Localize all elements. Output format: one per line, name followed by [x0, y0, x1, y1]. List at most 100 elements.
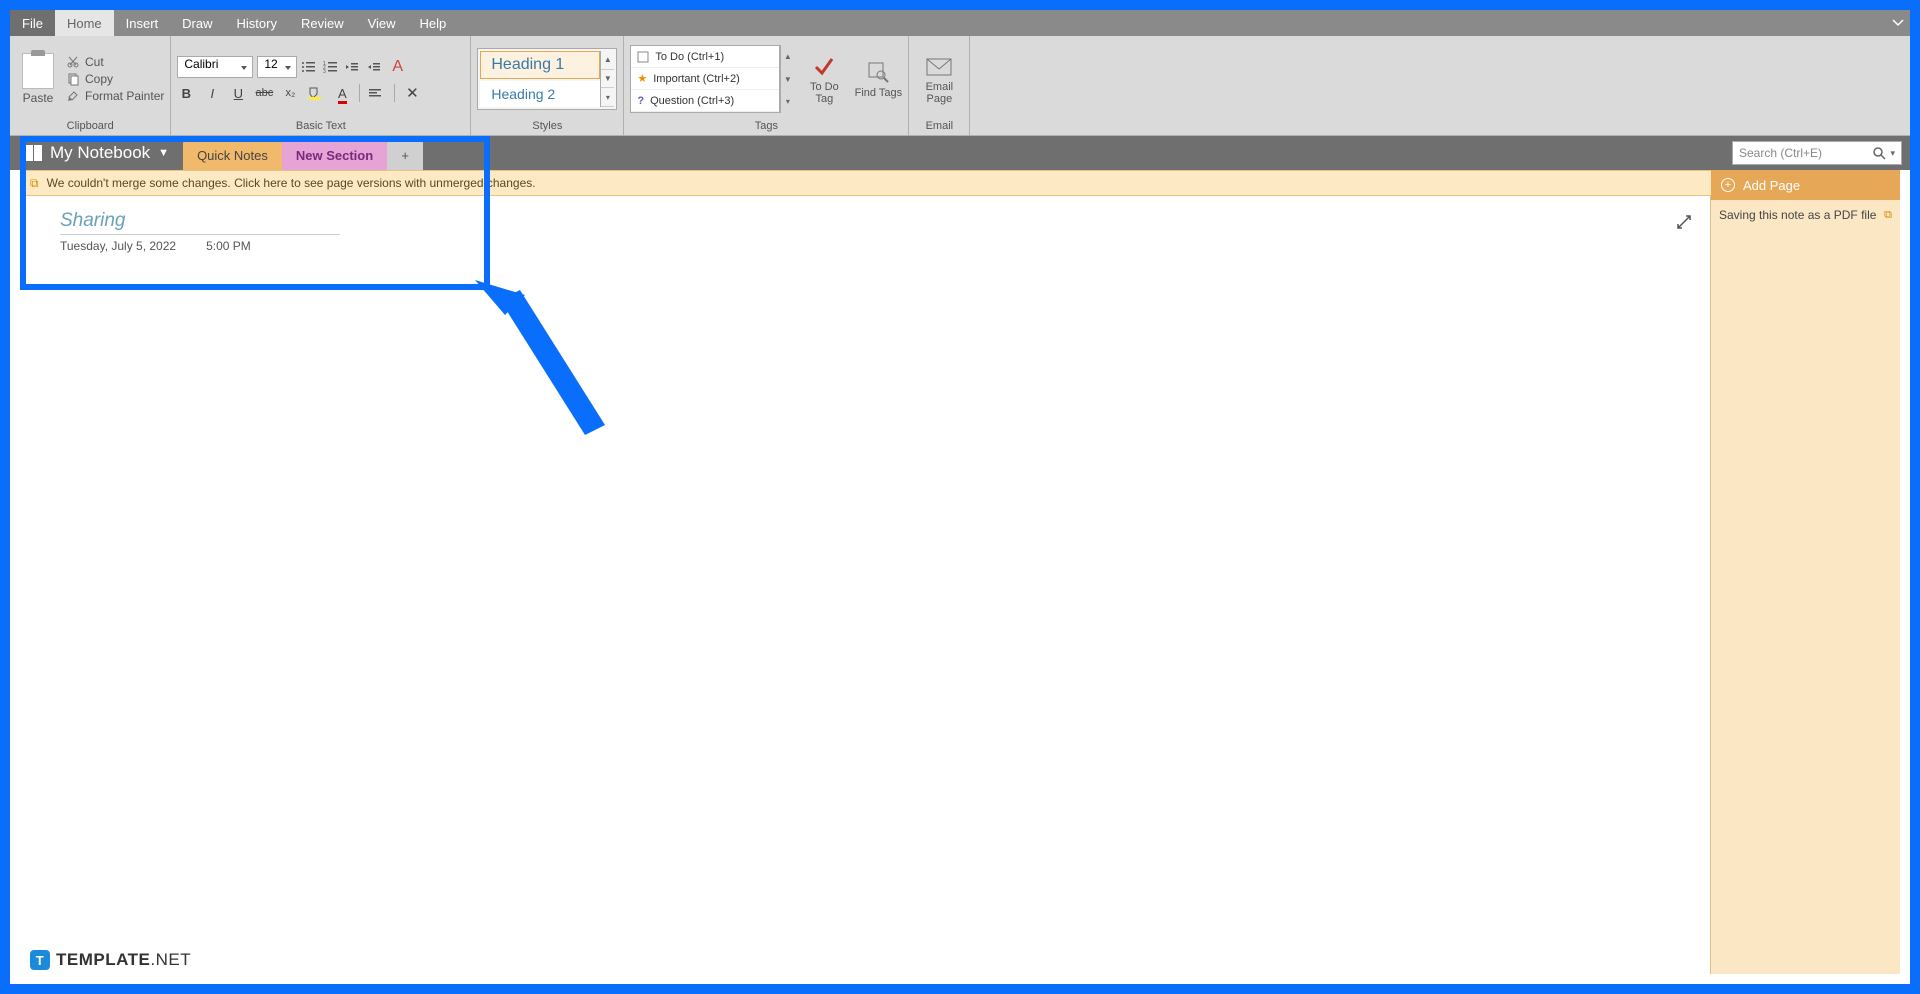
ribbon-group-styles: Heading 1 Heading 2 ▲▼▾ Styles	[471, 36, 624, 135]
checkbox-icon	[637, 51, 649, 63]
find-tags-button[interactable]: Find Tags	[854, 59, 902, 99]
search-dropdown-icon[interactable]: ▾	[1890, 148, 1895, 159]
format-painter-button[interactable]: Format Painter	[66, 89, 164, 103]
styles-group-label: Styles	[477, 118, 617, 135]
styles-scroll[interactable]: ▲▼▾	[600, 51, 614, 107]
font-family-select[interactable]: Calibri	[177, 56, 253, 78]
app-frame: File Home Insert Draw History Review Vie…	[10, 10, 1910, 984]
star-icon: ★	[637, 72, 647, 85]
format-painter-label: Format Painter	[85, 89, 164, 103]
paste-button[interactable]: Paste	[16, 53, 60, 105]
paste-icon	[22, 53, 54, 89]
section-tab-quick-notes[interactable]: Quick Notes	[183, 140, 282, 170]
note-title[interactable]: Sharing	[60, 210, 340, 235]
watermark-rest: .NET	[150, 950, 191, 969]
note-date: Tuesday, July 5, 2022	[60, 239, 176, 253]
style-heading-1[interactable]: Heading 1	[480, 51, 600, 79]
ribbon-group-basic-text: Calibri 12 123	[171, 36, 471, 135]
highlight-button[interactable]	[307, 86, 325, 100]
notebook-icon	[24, 145, 42, 161]
note-time: 5:00 PM	[206, 239, 251, 253]
basic-text-group-label: Basic Text	[177, 118, 464, 135]
underline-button[interactable]: U	[229, 86, 247, 101]
watermark-icon: T	[30, 950, 50, 970]
italic-button[interactable]: I	[203, 86, 221, 101]
clipboard-group-label: Clipboard	[16, 118, 164, 135]
menu-file[interactable]: File	[10, 10, 55, 36]
strikethrough-button[interactable]: abc	[255, 87, 273, 99]
ribbon-group-email: Email Page Email	[909, 36, 970, 135]
copy-icon	[66, 72, 80, 86]
menu-help[interactable]: Help	[408, 10, 459, 36]
watermark: T TEMPLATE.NET	[30, 950, 191, 970]
scissors-icon	[66, 55, 80, 69]
add-page-button[interactable]: + Add Page	[1711, 170, 1900, 200]
menu-review[interactable]: Review	[289, 10, 356, 36]
numbering-button[interactable]: 123	[323, 60, 341, 74]
page-canvas[interactable]: Sharing Tuesday, July 5, 2022 5:00 PM	[20, 196, 1710, 974]
page-panel: + Add Page Saving this note as a PDF fil…	[1710, 196, 1900, 974]
tags-group-label: Tags	[630, 118, 902, 135]
tag-important[interactable]: ★ Important (Ctrl+2)	[631, 68, 779, 90]
conflict-icon: ⧉	[30, 176, 39, 191]
menu-draw[interactable]: Draw	[170, 10, 224, 36]
align-button[interactable]	[368, 86, 386, 100]
conflict-indicator-icon: ⧉	[1884, 209, 1892, 222]
svg-text:3: 3	[323, 69, 326, 74]
copy-label: Copy	[85, 72, 113, 86]
content-area: Sharing Tuesday, July 5, 2022 5:00 PM + …	[20, 196, 1900, 974]
checkmark-icon	[811, 53, 837, 79]
copy-button[interactable]: Copy	[66, 72, 164, 86]
question-icon: ?	[637, 95, 644, 107]
search-input[interactable]: Search (Ctrl+E) ▾	[1732, 141, 1902, 165]
email-page-button[interactable]: Email Page	[915, 53, 963, 105]
page-list-item[interactable]: Saving this note as a PDF file ⧉	[1711, 200, 1900, 230]
watermark-bold: TEMPLATE	[56, 950, 150, 969]
notebook-picker[interactable]: My Notebook ▼	[10, 136, 183, 170]
plus-icon: +	[1721, 178, 1735, 192]
tag-todo[interactable]: To Do (Ctrl+1)	[631, 46, 779, 68]
envelope-icon	[926, 53, 952, 79]
font-size-select[interactable]: 12	[257, 56, 296, 78]
menu-home[interactable]: Home	[55, 10, 114, 36]
menu-insert[interactable]: Insert	[114, 10, 171, 36]
email-group-label: Email	[915, 118, 963, 135]
ribbon-group-clipboard: Paste Cut Copy	[10, 36, 171, 135]
ribbon-collapse-icon[interactable]	[1886, 10, 1910, 36]
search-icon	[1872, 146, 1886, 160]
chevron-down-icon: ▼	[158, 147, 169, 159]
bold-button[interactable]: B	[177, 86, 195, 101]
menubar: File Home Insert Draw History Review Vie…	[10, 10, 1910, 36]
tabbar: My Notebook ▼ Quick Notes New Section + …	[10, 136, 1910, 170]
ribbon-group-tags: To Do (Ctrl+1) ★ Important (Ctrl+2) ? Qu…	[624, 36, 909, 135]
bullets-button[interactable]	[301, 60, 319, 74]
merge-warning-text: We couldn't merge some changes. Click he…	[47, 176, 536, 190]
todo-tag-button[interactable]: To Do Tag	[800, 53, 848, 105]
expand-icon[interactable]	[1676, 214, 1692, 230]
paintbrush-icon	[66, 89, 80, 103]
search-tag-icon	[865, 59, 891, 85]
notebook-name: My Notebook	[50, 143, 150, 163]
style-heading-2[interactable]: Heading 2	[480, 81, 600, 107]
clear-format-button[interactable]: A	[389, 58, 407, 76]
menu-view[interactable]: View	[356, 10, 408, 36]
tags-scroll[interactable]: ▲▼▾	[780, 45, 794, 113]
cut-button[interactable]: Cut	[66, 55, 164, 69]
add-section-tab[interactable]: +	[387, 140, 423, 170]
indent-button[interactable]	[367, 60, 385, 74]
font-color-button[interactable]: A	[333, 86, 351, 101]
add-page-label: Add Page	[1743, 178, 1800, 193]
ribbon: Paste Cut Copy	[10, 36, 1910, 136]
cut-label: Cut	[85, 55, 104, 69]
tag-question[interactable]: ? Question (Ctrl+3)	[631, 90, 779, 112]
subscript-button[interactable]: x₂	[281, 87, 299, 99]
note-header: Sharing Tuesday, July 5, 2022 5:00 PM	[60, 210, 340, 253]
section-tab-new-section[interactable]: New Section	[282, 140, 387, 170]
page-item-title: Saving this note as a PDF file	[1719, 208, 1876, 222]
menu-history[interactable]: History	[225, 10, 289, 36]
merge-warning-bar[interactable]: ⧉ We couldn't merge some changes. Click …	[20, 170, 1900, 196]
delete-button[interactable]: ✕	[403, 84, 421, 102]
paste-label: Paste	[23, 91, 54, 105]
outdent-button[interactable]	[345, 60, 363, 74]
search-placeholder: Search (Ctrl+E)	[1739, 146, 1822, 160]
